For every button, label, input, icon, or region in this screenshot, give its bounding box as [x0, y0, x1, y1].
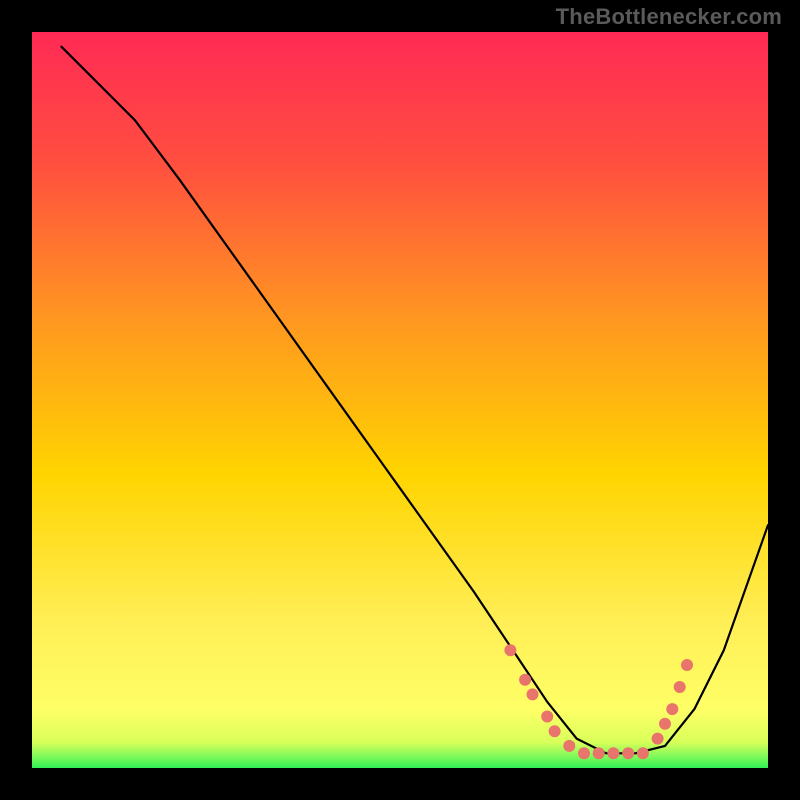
- chart-svg: [32, 32, 768, 768]
- marker-point: [563, 740, 575, 752]
- marker-point: [607, 747, 619, 759]
- chart-frame: TheBottlenecker.com: [0, 0, 800, 800]
- marker-point: [549, 725, 561, 737]
- marker-point: [593, 747, 605, 759]
- marker-point: [519, 674, 531, 686]
- marker-point: [622, 747, 634, 759]
- marker-point: [674, 681, 686, 693]
- marker-point: [504, 644, 516, 656]
- marker-point: [681, 659, 693, 671]
- marker-point: [659, 718, 671, 730]
- gradient-background: [32, 32, 768, 768]
- chart-plot: [32, 32, 768, 768]
- marker-point: [666, 703, 678, 715]
- marker-point: [527, 688, 539, 700]
- watermark-text: TheBottlenecker.com: [556, 4, 782, 30]
- marker-point: [637, 747, 649, 759]
- marker-point: [578, 747, 590, 759]
- marker-point: [652, 733, 664, 745]
- marker-point: [541, 711, 553, 723]
